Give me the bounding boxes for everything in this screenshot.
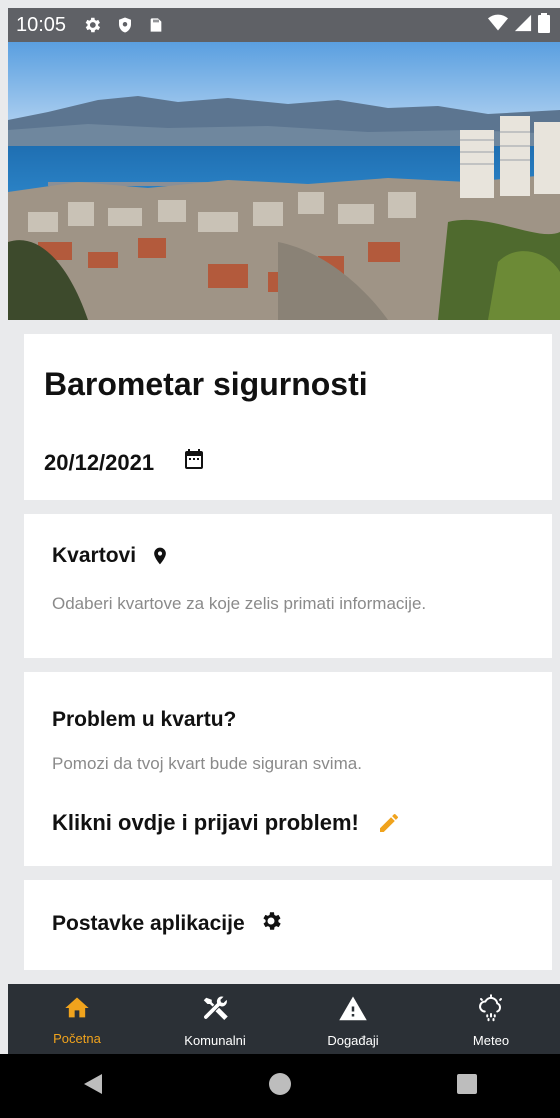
status-bar: 10:05	[8, 8, 560, 42]
system-navigation-bar	[0, 1054, 560, 1118]
location-pin-icon	[150, 544, 170, 568]
nav-label-utilities: Komunalni	[184, 1033, 246, 1048]
settings-title-row: Postavke aplikacije	[52, 912, 283, 936]
report-problem-button[interactable]: Klikni ovdje i prijavi problem!	[52, 810, 401, 836]
date-selector[interactable]: 20/12/2021	[44, 447, 206, 476]
sd-card-icon	[148, 15, 164, 35]
settings-icon	[82, 15, 102, 35]
battery-icon	[538, 12, 550, 38]
city-harbor-photo	[8, 42, 560, 320]
tools-icon	[200, 994, 230, 1027]
warning-icon	[338, 994, 368, 1027]
status-time: 10:05	[16, 13, 67, 36]
neighborhoods-title: Kvartovi	[52, 544, 137, 567]
bottom-navigation: Početna Komunalni Događaji Meteo	[8, 984, 560, 1054]
calendar-icon[interactable]	[182, 447, 206, 471]
nav-item-utilities[interactable]: Komunalni	[146, 984, 284, 1054]
neighborhoods-description: Odaberi kvartove za koje zelis primati i…	[52, 594, 427, 613]
neighborhoods-title-row: Kvartovi	[52, 544, 170, 568]
shield-icon	[116, 15, 134, 35]
header-card: Barometar sigurnosti 20/12/2021	[24, 334, 552, 500]
nav-label-home: Početna	[53, 1031, 101, 1046]
problem-title: Problem u kvartu?	[52, 708, 237, 731]
date-value: 20/12/2021	[44, 450, 155, 475]
problem-description: Pomozi da tvoj kvart bude siguran svima.	[52, 754, 362, 773]
home-icon	[63, 994, 91, 1025]
nav-item-weather[interactable]: Meteo	[422, 984, 560, 1054]
pencil-icon	[377, 811, 401, 835]
nav-label-weather: Meteo	[472, 1033, 510, 1048]
nav-item-home[interactable]: Početna	[8, 984, 146, 1054]
nav-label-events: Događaji	[327, 1033, 379, 1048]
back-icon[interactable]	[82, 1072, 104, 1101]
report-problem-label: Klikni ovdje i prijavi problem!	[52, 810, 359, 835]
home-circle-icon[interactable]	[268, 1072, 292, 1101]
nav-item-events[interactable]: Događaji	[284, 984, 422, 1054]
settings-title: Postavke aplikacije	[52, 912, 245, 935]
weather-icon	[476, 994, 506, 1027]
gear-icon	[259, 909, 283, 933]
neighborhoods-card[interactable]: Kvartovi Odaberi kvartove za koje zelis …	[24, 514, 552, 658]
wifi-icon	[488, 14, 508, 37]
report-problem-card: Problem u kvartu? Pomozi da tvoj kvart b…	[24, 672, 552, 866]
app-settings-card[interactable]: Postavke aplikacije	[24, 880, 552, 970]
signal-icon	[514, 14, 532, 37]
recent-apps-icon[interactable]	[456, 1073, 478, 1100]
page-title: Barometar sigurnosti	[44, 366, 368, 402]
